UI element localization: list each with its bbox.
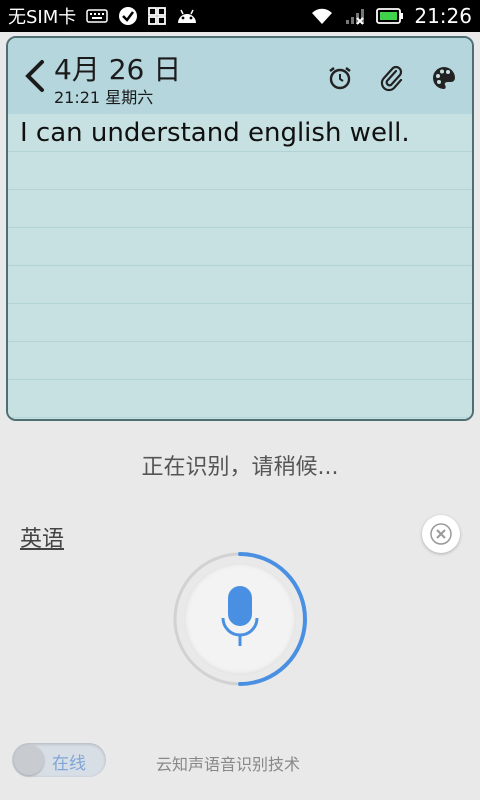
alarm-icon xyxy=(329,67,351,90)
mic-button[interactable] xyxy=(170,549,310,689)
back-button[interactable] xyxy=(20,56,52,96)
android-icon xyxy=(176,7,198,25)
provider-credit: 云知声语音识别技术 xyxy=(156,755,301,774)
signal-icon xyxy=(344,7,366,25)
microphone-icon xyxy=(221,586,259,646)
note-card: 4月 26 日 21:21 星期六 I can understand engli… xyxy=(6,36,474,421)
language-selector[interactable]: 英语 xyxy=(20,521,64,553)
chevron-left-icon xyxy=(25,60,44,92)
note-header: 4月 26 日 21:21 星期六 xyxy=(8,38,472,115)
battery-icon xyxy=(376,8,404,24)
grid-icon xyxy=(148,7,167,25)
close-icon xyxy=(430,523,452,545)
paperclip-icon xyxy=(380,65,403,92)
clock-label: 21:26 xyxy=(414,4,472,28)
close-button[interactable] xyxy=(422,515,460,553)
note-date: 4月 26 日 xyxy=(54,53,182,86)
status-bar: 无SIM卡 21:26 xyxy=(0,0,480,32)
theme-button[interactable] xyxy=(426,60,462,96)
wifi-icon xyxy=(310,7,334,25)
recognition-status: 正在识别，请稍候... xyxy=(141,455,339,480)
carrier-label: 无SIM卡 xyxy=(8,7,77,28)
online-toggle[interactable]: 在线 xyxy=(12,743,106,777)
toggle-label: 在线 xyxy=(52,754,86,774)
keyboard-icon xyxy=(86,9,109,23)
attach-button[interactable] xyxy=(374,60,410,96)
toggle-knob xyxy=(14,745,44,775)
alarm-button[interactable] xyxy=(322,60,358,96)
note-text: I can understand english well. xyxy=(20,118,410,148)
voice-panel: 正在识别，请稍候... 英语 在线 云知声语音识别技术 xyxy=(0,427,480,800)
note-time: 21:21 星期六 xyxy=(54,88,154,107)
note-body[interactable]: I can understand english well. xyxy=(8,114,472,419)
check-circle-icon xyxy=(118,6,138,26)
palette-icon xyxy=(433,67,455,89)
